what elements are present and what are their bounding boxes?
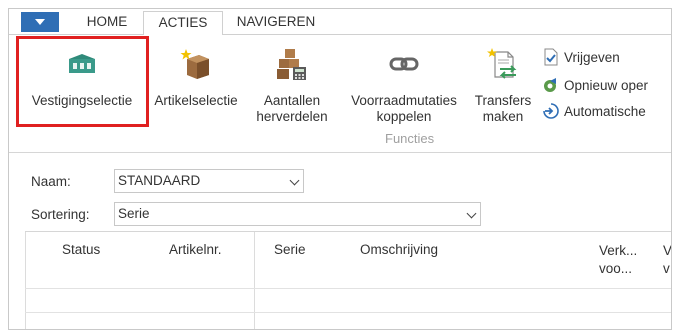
artikelselectie-button[interactable]: Artikelselectie (150, 39, 242, 109)
column-header-verk[interactable]: Verk... voo... (599, 242, 637, 294)
column-header-verk-line1: Verk... (599, 243, 638, 258)
grid-divider (254, 232, 255, 329)
application-frame: HOME ACTIES NAVIGEREN Vestigingselectie (8, 8, 672, 330)
tab-home[interactable]: HOME (71, 11, 143, 35)
functies-group-label: Functies (385, 131, 435, 146)
column-header-omschrijving[interactable]: Omschrijving (360, 242, 438, 294)
aantallen-herverdelen-button[interactable]: Aantallen herverdelen (247, 39, 337, 125)
chevron-down-icon (289, 175, 300, 186)
transfers-maken-label: Transfers maken (475, 93, 532, 125)
column-header-artikelnr[interactable]: Artikelnr. (169, 242, 222, 294)
column-header-verk-line2: voo... (599, 261, 633, 276)
ribbon: Vestigingselectie Artikelselectie Aantal… (9, 35, 671, 153)
sortering-label: Sortering: (31, 207, 90, 222)
boxes-calculator-icon (275, 47, 309, 81)
column-header-serie[interactable]: Serie (274, 242, 306, 294)
aantallen-label-line1: Aantallen (263, 93, 321, 108)
voorraadmutaties-label-line1: Voorraadmutaties (351, 93, 457, 108)
vrijgeven-label: Vrijgeven (564, 49, 620, 65)
reopen-icon (542, 76, 560, 94)
chevron-down-icon (35, 19, 45, 25)
column-header-v[interactable]: V v (663, 242, 672, 294)
voorraadmutaties-label-line2: koppelen (376, 109, 432, 124)
link-icon (387, 47, 421, 81)
highlight-box (16, 36, 149, 127)
column-header-status[interactable]: Status (62, 242, 100, 294)
tab-navigeren[interactable]: NAVIGEREN (223, 11, 329, 35)
grid-divider (25, 232, 26, 329)
sortering-select[interactable]: Serie (114, 202, 481, 226)
column-header-v-line2: v (663, 261, 670, 276)
app-menu-button[interactable] (21, 12, 59, 32)
box-star-icon (179, 47, 213, 81)
voorraadmutaties-label: Voorraadmutaties koppelen (351, 93, 457, 125)
aantallen-label-line2: herverdelen (256, 109, 328, 124)
transfers-maken-button[interactable]: Transfers maken (469, 39, 537, 125)
data-grid: Status Artikelnr. Serie Omschrijving Ver… (25, 231, 672, 329)
naam-select[interactable]: STANDAARD (114, 169, 304, 193)
vrijgeven-button[interactable]: Vrijgeven (542, 47, 620, 67)
ribbon-tab-bar: HOME ACTIES NAVIGEREN (9, 9, 671, 36)
naam-select-value: STANDAARD (118, 173, 201, 188)
automatic-icon (542, 102, 560, 120)
voorraadmutaties-koppelen-button[interactable]: Voorraadmutaties koppelen (341, 39, 467, 125)
transfers-label-line2: maken (482, 109, 524, 124)
opnieuw-openen-button[interactable]: Opnieuw oper (542, 75, 648, 95)
table-row[interactable] (25, 288, 671, 289)
column-header-v-line1: V (663, 243, 672, 258)
tab-acties[interactable]: ACTIES (143, 11, 223, 36)
automatische-label: Automatische (564, 103, 646, 119)
opnieuw-openen-label: Opnieuw oper (564, 77, 649, 93)
chevron-down-icon (466, 208, 477, 219)
release-document-icon (542, 48, 560, 66)
aantallen-herverdelen-label: Aantallen herverdelen (256, 93, 327, 125)
artikelselectie-label: Artikelselectie (154, 93, 238, 108)
sortering-select-value: Serie (118, 206, 150, 221)
document-transfer-icon (486, 47, 520, 81)
table-row[interactable] (25, 312, 671, 313)
naam-label: Naam: (31, 174, 71, 189)
transfers-label-line1: Transfers (474, 93, 532, 108)
automatische-button[interactable]: Automatische (542, 101, 646, 121)
